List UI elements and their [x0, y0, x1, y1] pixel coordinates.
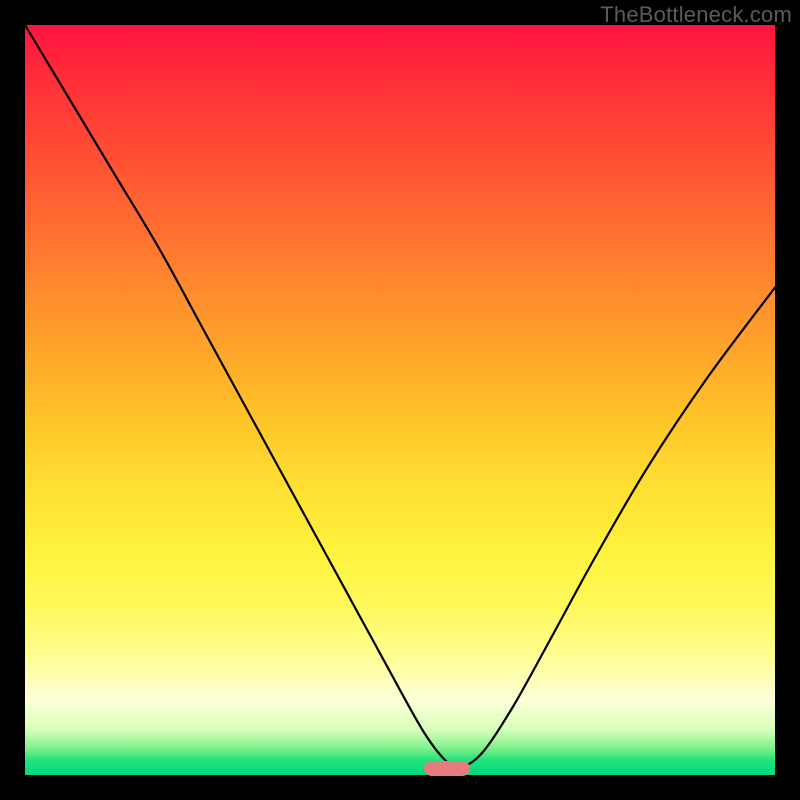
- watermark-text: TheBottleneck.com: [600, 2, 792, 28]
- optimal-marker: [424, 761, 470, 776]
- bottleneck-curve: [25, 25, 775, 775]
- plot-area: [25, 25, 775, 775]
